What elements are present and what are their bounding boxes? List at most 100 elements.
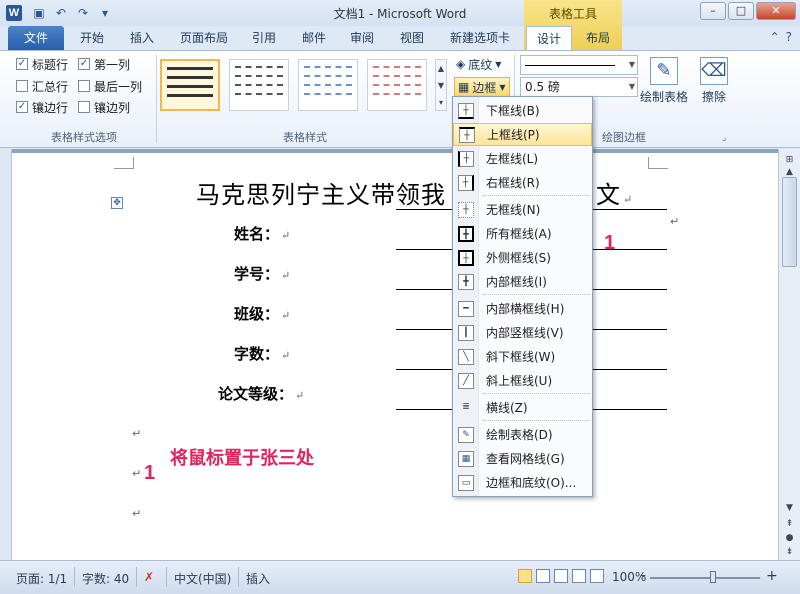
inside-horizontal-border-icon: ━ <box>458 300 474 317</box>
menu-item-borders-shading[interactable]: ▭ 边框和底纹(O)... <box>453 471 592 494</box>
check-last-column[interactable]: 最后一列 <box>78 77 142 95</box>
select-browse-object-icon[interactable]: ● <box>782 531 797 545</box>
annotation-instruction: 将鼠标置于张三处 <box>170 448 314 469</box>
print-layout-icon[interactable] <box>518 569 532 583</box>
check-header-row[interactable]: ✓ 标题行 <box>16 55 68 73</box>
status-page[interactable]: 页面: 1/1 <box>16 570 67 587</box>
tab-layout[interactable]: 布局 <box>586 26 610 50</box>
tab-view[interactable]: 视图 <box>400 26 424 50</box>
outline-view-icon[interactable] <box>572 569 586 583</box>
status-insert-mode[interactable]: 插入 <box>246 570 270 587</box>
menu-item-diagonal-down[interactable]: ╲ 斜下框线(W) <box>453 345 592 368</box>
draw-table-icon: ✎ <box>458 426 474 443</box>
tab-insert[interactable]: 插入 <box>130 26 154 50</box>
minimize-button[interactable]: – <box>700 2 726 20</box>
diagonal-up-border-icon: ╱ <box>458 372 474 389</box>
vertical-scrollbar[interactable]: ⊞ ▲ ▼ ⇞ ● ⇟ <box>778 149 800 560</box>
scroll-thumb[interactable] <box>782 177 797 267</box>
menu-item-outside-borders[interactable]: ┼ 外侧框线(S) <box>453 246 592 269</box>
shading-label: 底纹 <box>468 57 493 72</box>
top-border-icon: ┼ <box>459 126 475 143</box>
menu-item-bottom-border[interactable]: ┼ 下框线(B) <box>453 99 592 122</box>
check-banded-rows[interactable]: ✓ 镶边行 <box>16 98 68 116</box>
eraser-button[interactable]: ⌫ 擦除 <box>688 57 740 105</box>
tab-design[interactable]: 设计 <box>526 26 573 50</box>
proofing-icon[interactable]: ✗ <box>144 570 154 584</box>
check-label: 最后一列 <box>94 79 143 94</box>
line-style-combo[interactable]: ▼ <box>520 55 638 75</box>
next-page-icon[interactable]: ⇟ <box>782 545 797 559</box>
menu-item-inside-borders[interactable]: ╋ 内部框线(I) <box>453 270 592 293</box>
check-banded-columns[interactable]: 镶边列 <box>78 98 130 116</box>
title-tail: 文 <box>596 181 621 209</box>
scroll-down-icon[interactable]: ▼ <box>782 501 797 515</box>
menu-item-left-border[interactable]: ┼ 左框线(L) <box>453 147 592 170</box>
menu-item-label: 斜下框线(W) <box>486 350 556 364</box>
tab-page-layout[interactable]: 页面布局 <box>180 26 228 50</box>
check-first-column[interactable]: ✓ 第一列 <box>78 55 130 73</box>
menu-item-right-border[interactable]: ┼ 右框线(R) <box>453 171 592 194</box>
table-style-thumb-4[interactable] <box>367 59 427 111</box>
menu-item-view-gridlines[interactable]: ▦ 查看网格线(G) <box>453 447 592 470</box>
check-total-row[interactable]: 汇总行 <box>16 77 68 95</box>
help-icon[interactable]: ? <box>786 30 792 44</box>
inside-borders-icon: ╋ <box>458 273 474 290</box>
previous-page-icon[interactable]: ⇞ <box>782 517 797 531</box>
menu-item-label: 边框和底纹(O)... <box>486 476 577 490</box>
tab-references[interactable]: 引用 <box>252 26 276 50</box>
zoom-out-icon[interactable]: – <box>640 568 646 582</box>
field-word-count: 字数： ↵ <box>234 343 290 364</box>
menu-item-label: 外侧框线(S) <box>486 251 551 265</box>
zoom-slider[interactable] <box>650 577 760 579</box>
tab-mailings[interactable]: 邮件 <box>302 26 326 50</box>
tab-new-tab[interactable]: 新建选项卡 <box>450 26 510 50</box>
pen-weight-combo[interactable]: 0.5 磅 ▼ <box>520 77 638 97</box>
menu-item-inside-horizontal[interactable]: ━ 内部横框线(H) <box>453 297 592 320</box>
tab-file[interactable]: 文件 <box>8 26 64 50</box>
maximize-button[interactable]: □ <box>728 2 754 20</box>
menu-item-inside-vertical[interactable]: ┃ 内部竖框线(V) <box>453 321 592 344</box>
table-move-handle-icon[interactable]: ✥ <box>111 197 123 209</box>
menu-item-label: 右框线(R) <box>486 176 540 190</box>
menu-item-diagonal-up[interactable]: ╱ 斜上框线(U) <box>453 369 592 392</box>
document-page[interactable]: 马克思列宁主义带领我文 ↵ 姓名： ↵ ↵ 学号： ↵ 班级： ↵ 字数： ↵ 论文等级：… <box>12 153 778 560</box>
menu-item-top-border[interactable]: ┼ 上框线(P) <box>453 123 592 146</box>
checkbox-icon[interactable]: ✓ <box>16 58 28 70</box>
draw-table-label: 绘制表格 <box>639 90 688 104</box>
shading-button[interactable]: ◈ 底纹 ▼ <box>456 54 501 74</box>
checkbox-icon[interactable]: ✓ <box>78 58 90 70</box>
full-screen-reading-icon[interactable] <box>536 569 550 583</box>
status-language[interactable]: 中文(中国) <box>174 570 231 587</box>
web-layout-icon[interactable] <box>554 569 568 583</box>
status-word-count[interactable]: 字数: 40 <box>82 570 129 587</box>
menu-item-no-border[interactable]: ┼ 无框线(N) <box>453 198 592 221</box>
zoom-in-icon[interactable]: + <box>766 568 778 584</box>
table-style-thumb-2[interactable] <box>229 59 289 111</box>
tab-home[interactable]: 开始 <box>80 26 104 50</box>
draft-view-icon[interactable] <box>590 569 604 583</box>
checkbox-icon[interactable] <box>16 80 28 92</box>
table-style-thumb-3[interactable] <box>298 59 358 111</box>
menu-separator <box>483 294 589 295</box>
checkbox-icon[interactable]: ✓ <box>16 101 28 113</box>
menu-item-draw-table[interactable]: ✎ 绘制表格(D) <box>453 423 592 446</box>
gallery-scroll[interactable]: ▲ ▼ ▾ <box>435 59 447 111</box>
paragraph-mark: ↵ <box>132 507 142 520</box>
paragraph-mark: ↵ <box>623 193 634 206</box>
tab-review[interactable]: 审阅 <box>350 26 374 50</box>
minimize-ribbon-icon[interactable]: ⌃ <box>770 30 780 44</box>
close-button[interactable]: ✕ <box>756 2 796 20</box>
checkbox-icon[interactable] <box>78 80 90 92</box>
check-label: 标题行 <box>32 57 69 72</box>
dialog-launcher-icon[interactable]: ⌟ <box>722 133 726 143</box>
margin-corner <box>114 157 134 169</box>
chevron-down-icon: ▼ <box>628 82 635 91</box>
menu-item-horizontal-line[interactable]: ≣ 横线(Z) <box>453 396 592 419</box>
draw-table-button[interactable]: ✎ 绘制表格 <box>638 57 690 105</box>
zoom-slider-knob[interactable] <box>710 571 716 583</box>
window-title: 文档1 - Microsoft Word <box>333 7 467 21</box>
menu-item-all-borders[interactable]: ╋ 所有框线(A) <box>453 222 592 245</box>
borders-button[interactable]: ▦ 边框 ▼ <box>454 77 510 97</box>
checkbox-icon[interactable] <box>78 101 90 113</box>
table-style-thumb-1[interactable] <box>160 59 220 111</box>
